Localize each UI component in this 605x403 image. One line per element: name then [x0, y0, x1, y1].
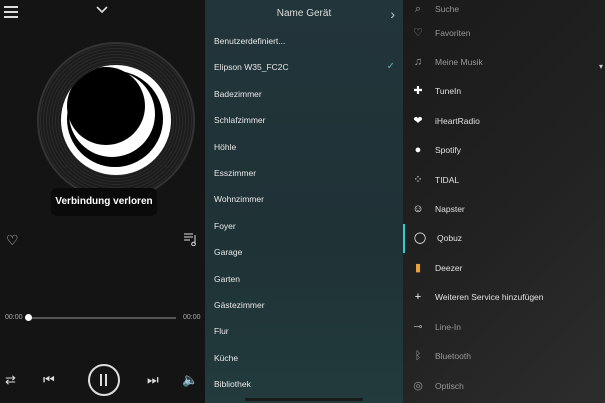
service-label: TuneIn [435, 86, 462, 96]
heart-icon[interactable]: ♡ [6, 232, 19, 249]
device-label: Flur [214, 326, 229, 337]
heart-icon: ♡ [413, 27, 423, 39]
device-label: Garten [214, 273, 240, 284]
line-in-icon: ⊸ [413, 321, 423, 333]
progress-bar[interactable] [28, 317, 176, 319]
volume-icon[interactable]: 🔈 [182, 372, 198, 388]
service-label: TIDAL [435, 175, 460, 185]
device-label: Wohnzimmer [214, 194, 264, 205]
plus-icon: + [414, 291, 422, 303]
device-label: Benutzerdefiniert... [214, 36, 286, 46]
progress-thumb[interactable] [25, 314, 32, 321]
chevron-right-icon[interactable]: › [390, 0, 395, 28]
device-list-title: Name Gerät [276, 8, 332, 19]
tidal-icon: ⁘ [413, 174, 423, 186]
service-item-favoriten[interactable]: ♡ Favoriten [403, 19, 605, 48]
pause-button[interactable] [88, 364, 120, 396]
hamburger-menu-icon[interactable] [4, 6, 18, 18]
device-item[interactable]: Foyer [205, 213, 403, 239]
service-label: Line-In [435, 322, 461, 332]
device-label: Gästezimmer [214, 299, 265, 310]
device-item[interactable]: Esszimmer [205, 160, 403, 186]
napster-icon: ☺ [412, 203, 424, 215]
device-label: Esszimmer [214, 167, 257, 178]
service-label: Favoriten [435, 28, 471, 38]
service-item-iheartradio[interactable]: ❤ iHeartRadio [403, 107, 605, 136]
service-item-weiteren-service-hinzuf-gen[interactable]: + Weiteren Service hinzufügen [403, 283, 605, 312]
connection-lost-toast: Verbindung verloren [51, 188, 157, 216]
device-item[interactable]: Wohnzimmer [205, 186, 403, 212]
deezer-icon: ▮ [414, 262, 422, 274]
device-label: Schlafzimmer [214, 115, 266, 126]
service-item-deezer[interactable]: ▮ Deezer [403, 254, 605, 283]
device-item[interactable]: Höhle [205, 134, 403, 160]
service-label: Napster [435, 204, 465, 214]
spotify-icon: ● [414, 144, 422, 156]
services-panel: ⌕ Suche ♡ Favoriten ♫ Meine Musik ✚ TuneIn ❤ iHea… [403, 0, 605, 403]
service-item-tunein[interactable]: ✚ TuneIn [403, 77, 605, 106]
device-label: Bibliothek [214, 379, 251, 390]
service-label: Meine Musik [435, 57, 483, 67]
chevron-down-icon[interactable]: ▾ [599, 62, 603, 71]
device-label: Badezimmer [214, 88, 262, 99]
device-item[interactable]: Benutzerdefiniert... [205, 28, 403, 54]
bluetooth-icon: ᛒ [414, 350, 422, 362]
total-time: 00:00 [183, 314, 201, 321]
service-item-line-in[interactable]: ⊸ Line-In [403, 313, 605, 342]
device-item[interactable]: Garten [205, 266, 403, 292]
repeat-icon[interactable]: ⇄ [5, 372, 16, 388]
iheartradio-icon: ❤ [413, 115, 423, 127]
vinyl-record-art [37, 42, 195, 200]
service-item-optisch[interactable]: ◎ Optisch [403, 372, 605, 401]
service-label: Spotify [435, 145, 461, 155]
device-item[interactable]: Badezimmer [205, 81, 403, 107]
service-label: iHeartRadio [435, 116, 480, 126]
device-item[interactable]: Flur [205, 318, 403, 344]
service-item-meine-musik[interactable]: ♫ Meine Musik [403, 48, 605, 77]
service-label: Deezer [435, 263, 463, 273]
device-item[interactable]: Gästezimmer [205, 292, 403, 318]
service-label: Qobuz [437, 233, 463, 243]
album-logo [61, 65, 171, 175]
tunein-icon: ✚ [413, 85, 423, 97]
service-item-spotify[interactable]: ● Spotify [403, 136, 605, 165]
optical-icon: ◎ [413, 380, 423, 392]
home-indicator [245, 398, 363, 401]
qobuz-icon: ◯ [413, 232, 427, 244]
device-item[interactable]: Garage [205, 239, 403, 265]
music-note-icon: ♫ [413, 56, 423, 68]
service-item-qobuz[interactable]: ◯ Qobuz [403, 224, 605, 253]
device-item[interactable]: Schlafzimmer [205, 107, 403, 133]
service-label: Weiteren Service hinzufügen [435, 292, 544, 302]
service-item-bluetooth[interactable]: ᛒ Bluetooth [403, 342, 605, 371]
device-list-panel: Name Gerät › Benutzerdefiniert... Elipson… [205, 0, 403, 403]
device-label: Garage [214, 247, 243, 258]
device-item[interactable]: Elipson W35_FC2C ✓ [205, 54, 403, 80]
device-item[interactable]: Bibliothek [205, 371, 403, 397]
service-item-tidal[interactable]: ⁘ TIDAL [403, 166, 605, 195]
device-label: Küche [214, 352, 239, 363]
next-icon[interactable]: ⏭ [147, 372, 159, 388]
service-item-napster[interactable]: ☺ Napster [403, 195, 605, 224]
device-label: Höhle [214, 141, 237, 152]
service-label: Optisch [435, 381, 464, 391]
service-label: Bluetooth [435, 351, 471, 361]
search-icon: ⌕ [414, 3, 422, 15]
previous-icon[interactable]: ⏮ [43, 372, 55, 388]
player-panel: Verbindung verloren ♡ 00:00 00:00 ⇄ ⏮ ⏭ … [0, 0, 205, 403]
device-list-header: Name Gerät › [205, 0, 403, 28]
elapsed-time: 00:00 [5, 314, 23, 321]
device-label: Elipson W35_FC2C [214, 62, 289, 73]
chevron-down-icon[interactable] [95, 5, 109, 15]
device-label: Foyer [214, 220, 236, 231]
playlist-icon[interactable] [184, 232, 198, 246]
check-icon: ✓ [386, 61, 395, 73]
device-item[interactable]: Küche [205, 345, 403, 371]
